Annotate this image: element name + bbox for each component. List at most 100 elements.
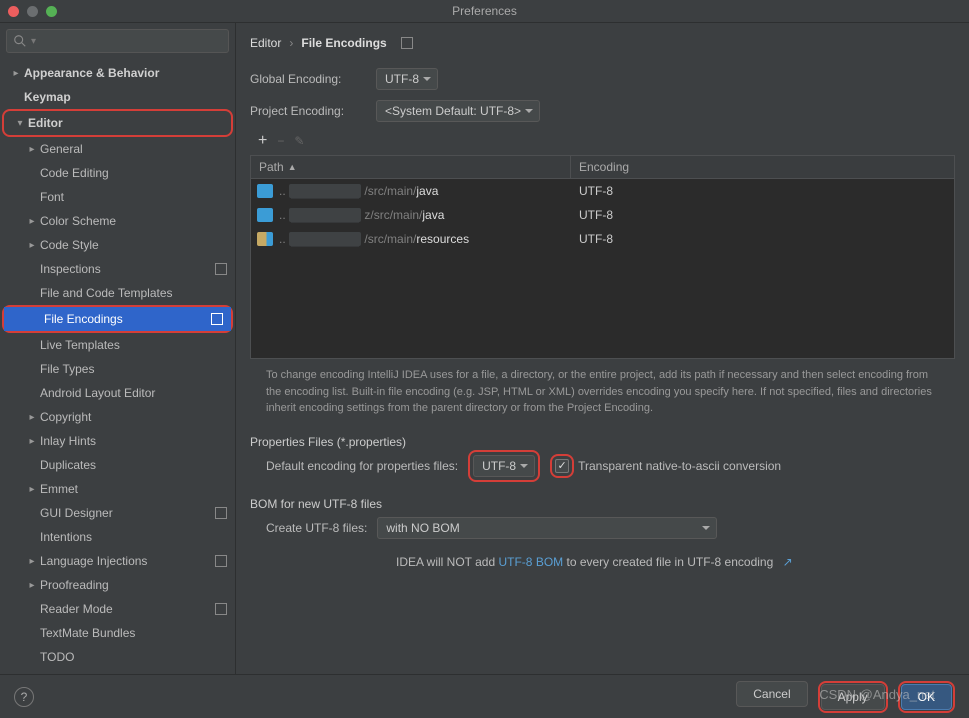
edit-icon[interactable]: ✎ [294,134,304,148]
chevron-right-icon: ▸ [24,240,40,251]
properties-encoding-label: Default encoding for properties files: [266,459,458,473]
sidebar-item-inspections[interactable]: Inspections [0,257,235,281]
sidebar-item-label: Intentions [40,530,92,544]
col-encoding[interactable]: Encoding [571,156,954,178]
sidebar-item-label: Live Templates [40,338,120,352]
sidebar-item-proofreading[interactable]: ▸Proofreading [0,573,235,597]
chevron-right-icon: ▸ [24,580,40,591]
sidebar-item-duplicates[interactable]: Duplicates [0,453,235,477]
settings-tree: ▸Appearance & BehaviorKeymap▾Editor▸Gene… [0,59,235,674]
sidebar-item-plugins[interactable]: Plugins [0,669,235,674]
chevron-right-icon: › [289,36,293,50]
path-text: .. ████████ /src/main/resources [279,232,469,246]
sidebar-item-live-templates[interactable]: Live Templates [0,333,235,357]
search-input[interactable]: ▾ [6,29,229,53]
encoding-value[interactable]: UTF-8 [571,184,954,198]
scope-icon [211,313,223,325]
encoding-hint: To change encoding IntelliJ IDEA uses fo… [250,359,955,425]
sidebar-item-editor[interactable]: ▾Editor [4,111,231,135]
chevron-right-icon: ▸ [8,68,24,79]
sidebar-item-intentions[interactable]: Intentions [0,525,235,549]
encoding-value[interactable]: UTF-8 [571,232,954,246]
chevron-right-icon: ▸ [24,216,40,227]
sidebar-item-android-layout-editor[interactable]: Android Layout Editor [0,381,235,405]
sidebar-item-code-style[interactable]: ▸Code Style [0,233,235,257]
sidebar-item-label: TextMate Bundles [40,626,135,640]
scope-icon [215,263,227,275]
sidebar-item-language-injections[interactable]: ▸Language Injections [0,549,235,573]
chevron-right-icon: ▸ [24,436,40,447]
sidebar-item-font[interactable]: Font [0,185,235,209]
sidebar-item-label: Reader Mode [40,602,113,616]
utf8-bom-link[interactable]: UTF-8 BOM [498,555,563,569]
cancel-button[interactable]: Cancel [736,681,807,707]
folder-icon [257,208,273,222]
sidebar-item-color-scheme[interactable]: ▸Color Scheme [0,209,235,233]
external-link-icon[interactable]: ↗ [783,555,793,569]
breadcrumb-current: File Encodings [301,36,386,50]
scope-icon [215,555,227,567]
encoding-value[interactable]: UTF-8 [571,208,954,222]
sidebar-item-label: File Types [40,362,94,376]
sidebar-item-inlay-hints[interactable]: ▸Inlay Hints [0,429,235,453]
global-encoding-combo[interactable]: UTF-8 [376,68,438,90]
table-toolbar: + − ✎ [250,127,955,155]
project-encoding-label: Project Encoding: [250,104,376,118]
global-encoding-label: Global Encoding: [250,72,376,86]
window-title: Preferences [0,4,969,18]
main-panel: Editor › File Encodings Global Encoding:… [236,23,969,674]
sidebar-item-label: Keymap [24,90,71,104]
sidebar-item-copyright[interactable]: ▸Copyright [0,405,235,429]
sidebar-item-emmet[interactable]: ▸Emmet [0,477,235,501]
transparent-ascii-checkbox[interactable] [555,459,569,473]
help-icon[interactable]: ? [14,687,34,707]
sidebar-item-keymap[interactable]: Keymap [0,85,235,109]
col-path[interactable]: Path ▲ [251,156,571,178]
remove-icon[interactable]: − [277,134,284,148]
sidebar-item-label: Duplicates [40,458,96,472]
sidebar-item-file-and-code-templates[interactable]: File and Code Templates [0,281,235,305]
sidebar-item-file-encodings[interactable]: File Encodings [4,307,231,331]
sidebar-item-label: Code Editing [40,166,109,180]
project-encoding-combo[interactable]: <System Default: UTF-8> [376,100,540,122]
path-text: .. ████████ /src/main/java [279,184,438,198]
sidebar-item-todo[interactable]: TODO [0,645,235,669]
scope-icon [215,603,227,615]
scope-icon [215,507,227,519]
path-text: .. ████████ z/src/main/java [279,208,444,222]
sidebar-item-label: Proofreading [40,578,109,592]
sidebar-item-label: Code Style [40,238,99,252]
sidebar-item-general[interactable]: ▸General [0,137,235,161]
chevron-right-icon: ▸ [24,556,40,567]
sidebar-item-label: Emmet [40,482,78,496]
bom-combo[interactable]: with NO BOM [377,517,717,539]
breadcrumb-root[interactable]: Editor [250,36,281,50]
sidebar-item-file-types[interactable]: File Types [0,357,235,381]
sidebar-item-label: File Encodings [44,312,123,326]
sidebar-item-label: Copyright [40,410,91,424]
sidebar-item-label: General [40,142,83,156]
properties-title: Properties Files (*.properties) [250,435,955,449]
sidebar-item-reader-mode[interactable]: Reader Mode [0,597,235,621]
sidebar-item-label: Inlay Hints [40,434,96,448]
chevron-right-icon: ▸ [24,484,40,495]
sidebar-item-label: Editor [28,116,63,130]
table-row[interactable]: .. ████████ /src/main/resources UTF-8 [251,227,954,251]
folder-icon [257,184,273,198]
add-icon[interactable]: + [258,132,267,150]
sidebar-item-code-editing[interactable]: Code Editing [0,161,235,185]
sidebar-item-gui-designer[interactable]: GUI Designer [0,501,235,525]
sidebar-item-appearance-behavior[interactable]: ▸Appearance & Behavior [0,61,235,85]
scope-icon[interactable] [401,37,413,49]
sidebar-item-label: Appearance & Behavior [24,66,159,80]
table-row[interactable]: .. ████████ z/src/main/java UTF-8 [251,203,954,227]
sidebar-item-label: GUI Designer [40,506,113,520]
bom-hint: IDEA will NOT add UTF-8 BOM to every cre… [396,555,793,569]
table-row[interactable]: .. ████████ /src/main/java UTF-8 [251,179,954,203]
sidebar: ▾ ▸Appearance & BehaviorKeymap▾Editor▸Ge… [0,23,236,674]
table-body: .. ████████ /src/main/javaUTF-8.. ██████… [250,179,955,359]
sidebar-item-textmate-bundles[interactable]: TextMate Bundles [0,621,235,645]
transparent-ascii-label: Transparent native-to-ascii conversion [578,459,781,473]
properties-encoding-combo[interactable]: UTF-8 [473,455,535,477]
bom-label: Create UTF-8 files: [266,521,367,535]
